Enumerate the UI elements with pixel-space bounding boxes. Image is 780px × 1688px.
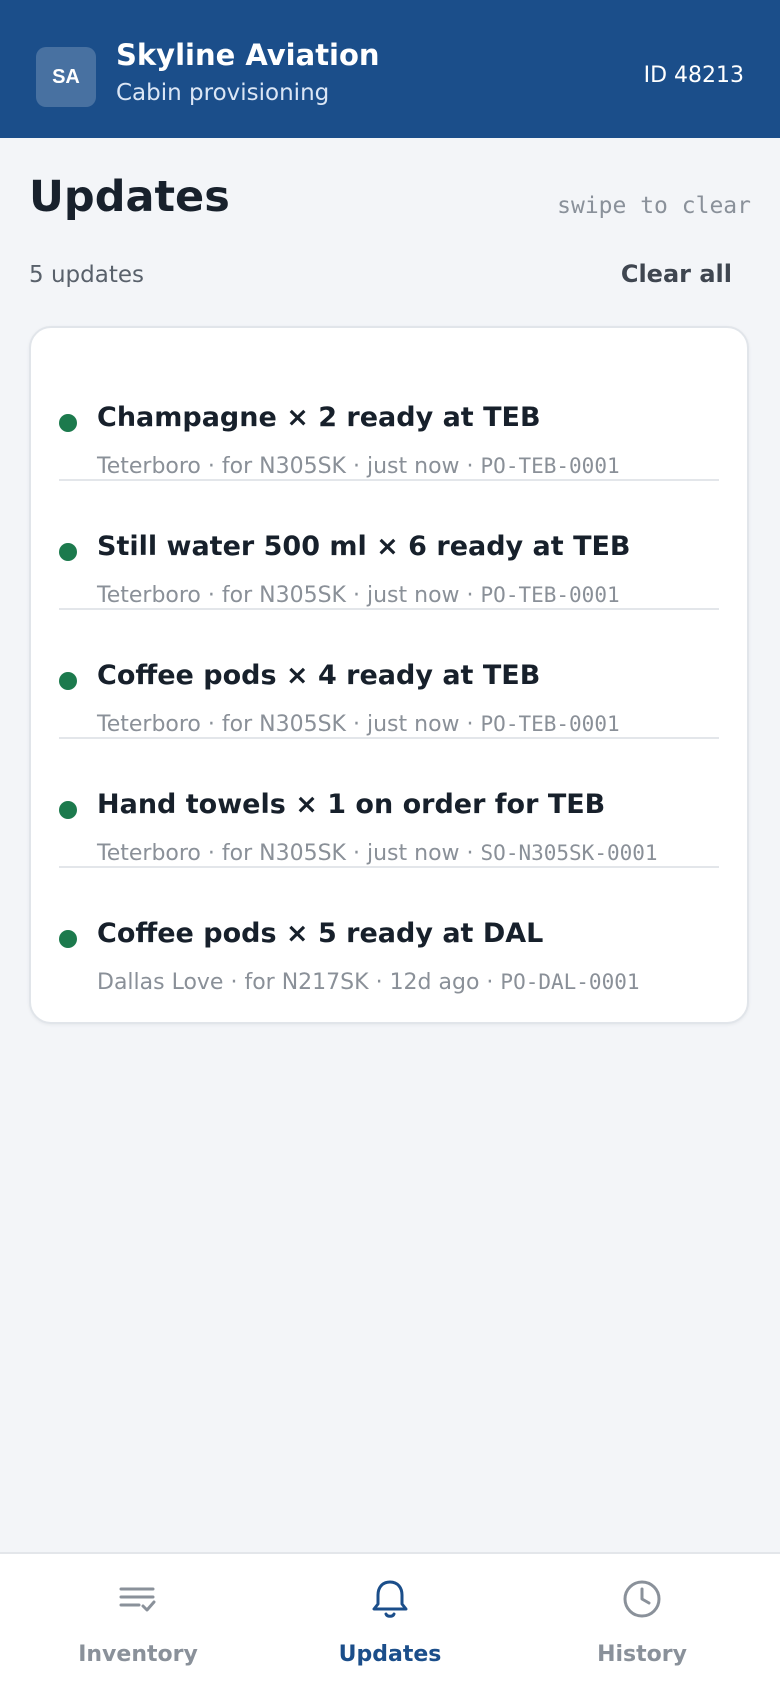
update-aircraft: for N305SK — [221, 454, 346, 479]
avatar: SA — [36, 47, 96, 107]
tab-history[interactable]: History — [542, 1554, 742, 1688]
update-time: just now — [366, 583, 460, 608]
checklist-icon — [119, 1587, 156, 1612]
page-title: Updates — [29, 172, 230, 222]
update-time: just now — [366, 712, 460, 737]
update-title: Still water 500 ml × 6 ready at TEB — [97, 531, 631, 562]
status-dot — [59, 801, 77, 819]
user-id: ID 48213 — [643, 63, 744, 88]
update-reference: PO-DAL-0001 — [500, 970, 640, 994]
update-title: Coffee pods × 5 ready at DAL — [97, 918, 544, 949]
tab-inventory[interactable]: Inventory — [38, 1554, 238, 1688]
app-header: SA Skyline Aviation Cabin provisioning I… — [0, 0, 780, 138]
update-meta: Teterboro · for N305SK · just now · PO-T… — [97, 583, 620, 608]
status-dot — [59, 414, 77, 432]
company-subtitle: Cabin provisioning — [116, 80, 330, 106]
update-time: 12d ago — [389, 970, 480, 995]
update-title: Hand towels × 1 on order for TEB — [97, 789, 606, 820]
bottom-tab-bar: Inventory Updates History — [0, 1552, 780, 1688]
company-name: Skyline Aviation — [116, 38, 380, 72]
update-time: just now — [366, 454, 460, 479]
update-location: Teterboro — [97, 583, 201, 608]
update-item[interactable]: Coffee pods × 5 ready at DAL Dallas Love… — [59, 868, 719, 997]
update-title: Champagne × 2 ready at TEB — [97, 402, 541, 433]
update-reference: PO-TEB-0001 — [480, 454, 620, 478]
update-location: Teterboro — [97, 841, 201, 866]
update-item[interactable]: Still water 500 ml × 6 ready at TEB Tete… — [59, 481, 719, 610]
update-meta: Teterboro · for N305SK · just now · SO-N… — [97, 841, 658, 866]
status-dot — [59, 930, 77, 948]
status-dot — [59, 543, 77, 561]
update-aircraft: for N217SK — [244, 970, 369, 995]
update-reference: PO-TEB-0001 — [480, 583, 620, 607]
update-location: Dallas Love — [97, 970, 224, 995]
tab-inventory-label: Inventory — [78, 1642, 198, 1667]
swipe-hint: swipe to clear — [557, 193, 751, 219]
update-reference: SO-N305SK-0001 — [480, 841, 658, 865]
tab-updates[interactable]: Updates — [290, 1554, 490, 1688]
updates-list: Champagne × 2 ready at TEB Teterboro · f… — [31, 352, 747, 997]
tab-history-label: History — [597, 1642, 687, 1667]
updates-card: Champagne × 2 ready at TEB Teterboro · f… — [29, 326, 749, 1024]
updates-count: 5 updates — [29, 262, 144, 288]
clear-all-button[interactable]: Clear all — [621, 260, 732, 288]
bell-icon — [372, 1580, 408, 1618]
status-dot — [59, 672, 77, 690]
update-title: Coffee pods × 4 ready at TEB — [97, 660, 541, 691]
update-meta: Teterboro · for N305SK · just now · PO-T… — [97, 454, 620, 479]
update-aircraft: for N305SK — [221, 712, 346, 737]
clock-icon — [623, 1580, 661, 1618]
update-time: just now — [366, 841, 460, 866]
update-aircraft: for N305SK — [221, 841, 346, 866]
update-reference: PO-TEB-0001 — [480, 712, 620, 736]
update-item[interactable]: Coffee pods × 4 ready at TEB Teterboro ·… — [59, 610, 719, 739]
update-aircraft: for N305SK — [221, 583, 346, 608]
update-location: Teterboro — [97, 712, 201, 737]
update-location: Teterboro — [97, 454, 201, 479]
update-meta: Dallas Love · for N217SK · 12d ago · PO-… — [97, 970, 640, 995]
update-item[interactable]: Hand towels × 1 on order for TEB Teterbo… — [59, 739, 719, 868]
tab-updates-label: Updates — [338, 1642, 442, 1667]
update-meta: Teterboro · for N305SK · just now · PO-T… — [97, 712, 620, 737]
update-item[interactable]: Champagne × 2 ready at TEB Teterboro · f… — [59, 352, 719, 481]
